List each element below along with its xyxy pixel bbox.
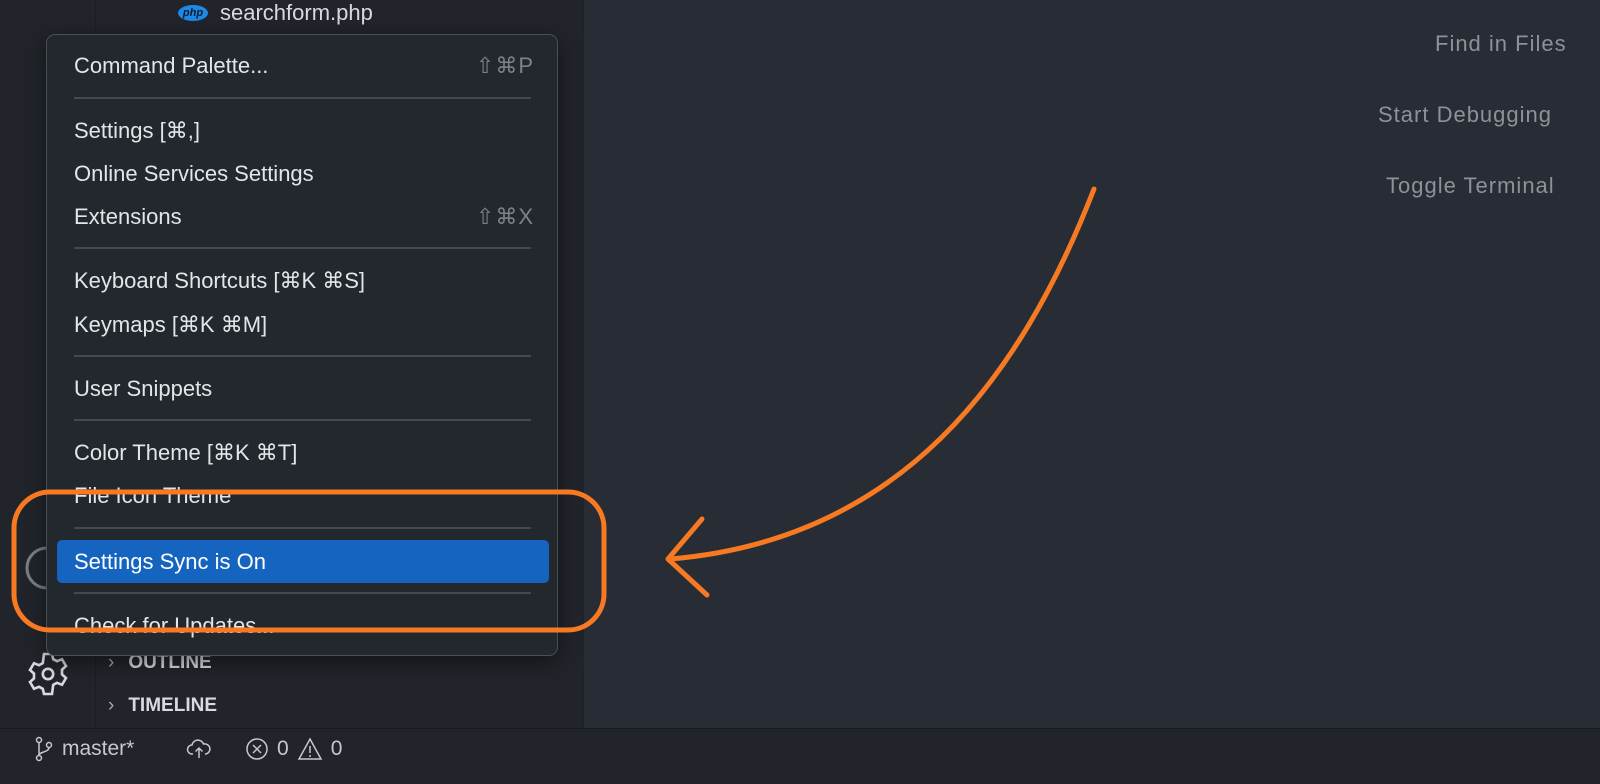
php-file-icon: php [178,5,208,21]
separator [74,592,531,594]
manage-menu: Command Palette... ⇧⌘P Settings [⌘,] Onli… [46,34,558,656]
timeline-section[interactable]: › TIMELINE [108,695,217,717]
menu-item-settings-sync[interactable]: Settings Sync is On [57,540,549,583]
file-item[interactable]: php searchform.php [178,0,373,26]
problems-status[interactable]: 0 0 [245,729,342,769]
menu-item-online-services[interactable]: Online Services Settings [57,157,549,191]
hint-start-debugging: Start Debugging [1378,102,1552,127]
hint-find-in-files: Find in Files [1435,31,1567,56]
git-branch-icon [35,736,53,762]
error-count: 0 [277,737,289,760]
error-icon [246,738,268,760]
menu-item-keymaps[interactable]: Keymaps [⌘K ⌘M] [57,308,549,342]
hint-toggle-terminal: Toggle Terminal [1386,173,1555,198]
separator [74,247,531,249]
status-bar: master* 0 0 [0,728,1600,784]
gear-icon[interactable] [24,650,72,698]
warning-count: 0 [330,737,343,760]
separator [74,97,531,99]
chevron-right-icon: › [108,695,115,716]
menu-item-settings[interactable]: Settings [⌘,] [57,114,549,148]
sync-button[interactable] [186,729,212,769]
branch-name: master* [62,737,135,760]
menu-item-file-icon-theme[interactable]: File Icon Theme [57,479,549,513]
warning-icon [297,737,322,760]
separator [74,355,531,357]
menu-item-color-theme[interactable]: Color Theme [⌘K ⌘T] [57,436,549,470]
menu-item-check-updates[interactable]: Check for Updates... [57,609,549,643]
section-label: TIMELINE [128,695,217,716]
separator [74,527,531,529]
cloud-upload-icon [186,739,211,758]
menu-item-keyboard-shortcuts[interactable]: Keyboard Shortcuts [⌘K ⌘S] [57,264,549,298]
file-name: searchform.php [220,0,373,25]
menu-item-command-palette[interactable]: Command Palette... ⇧⌘P [57,49,549,83]
menu-item-user-snippets[interactable]: User Snippets [57,372,549,406]
menu-item-extensions[interactable]: Extensions ⇧⌘X [57,200,549,234]
branch-status[interactable]: master* [34,729,134,769]
separator [74,419,531,421]
